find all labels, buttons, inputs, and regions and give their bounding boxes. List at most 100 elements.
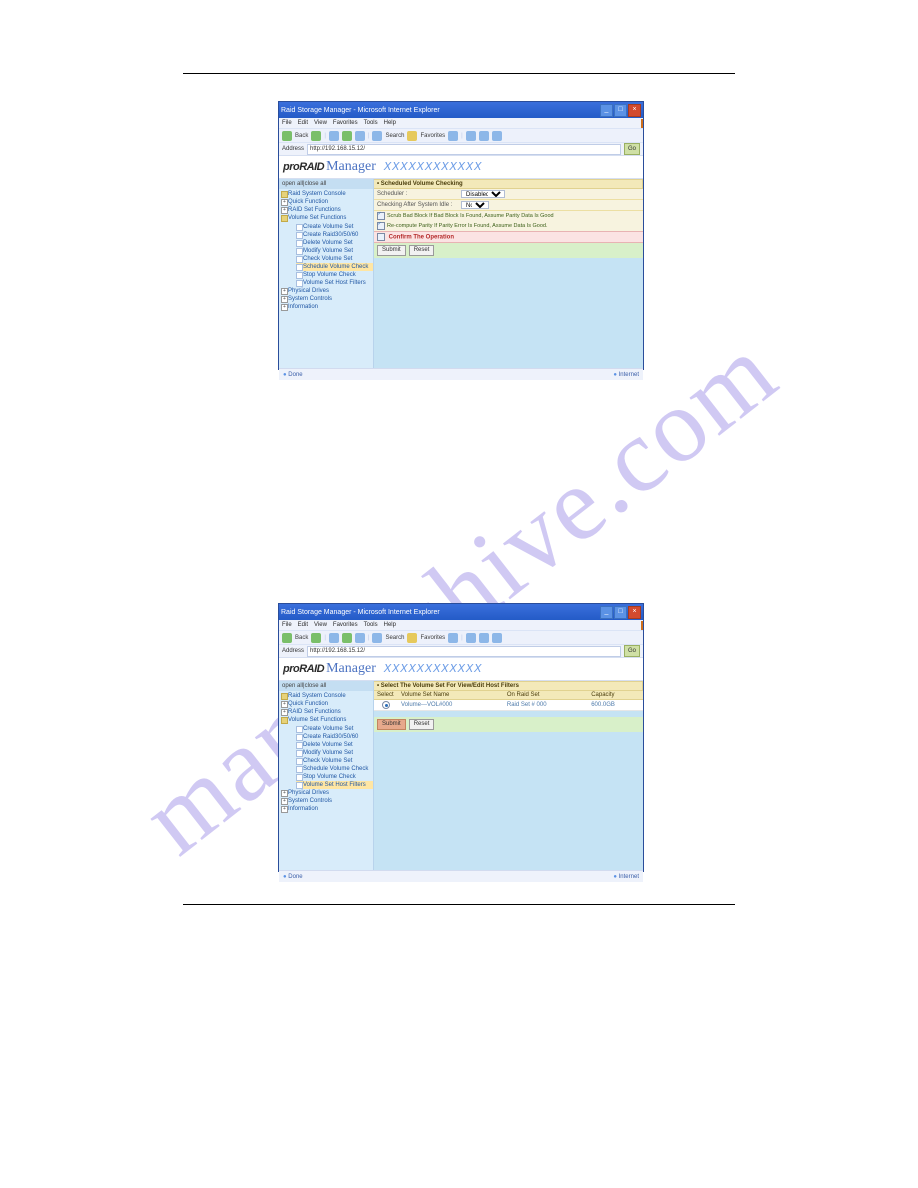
- sidebar-item-sysctl[interactable]: System Controls: [281, 295, 373, 303]
- refresh-icon[interactable]: [342, 131, 352, 141]
- search-icon[interactable]: [372, 131, 382, 141]
- search-label[interactable]: Search: [385, 133, 404, 139]
- menu-view[interactable]: View: [314, 622, 327, 628]
- sidebar-item-create-r30[interactable]: Create Raid30/50/60: [296, 231, 373, 239]
- favorites-label[interactable]: Favorites: [420, 635, 445, 641]
- menu-favorites[interactable]: Favorites: [333, 622, 358, 628]
- separator: |: [368, 635, 370, 641]
- refresh-icon[interactable]: [342, 633, 352, 643]
- edit-icon[interactable]: [492, 633, 502, 643]
- idle-select[interactable]: No: [461, 201, 489, 209]
- forward-icon[interactable]: [311, 131, 321, 141]
- sidebar-item-raid-console[interactable]: Raid System Console: [281, 190, 373, 198]
- sidebar-item-create[interactable]: Create Volume Set: [296, 725, 373, 733]
- menu-file[interactable]: File: [282, 622, 292, 628]
- sidebar-item-pdrives[interactable]: Physical Drives: [281, 789, 373, 797]
- sidebar-item-volset[interactable]: Volume Set Functions Create Volume Set C…: [281, 716, 373, 789]
- menu-view[interactable]: View: [314, 120, 327, 126]
- edit-icon[interactable]: [492, 131, 502, 141]
- search-label[interactable]: Search: [385, 635, 404, 641]
- menu-help[interactable]: Help: [384, 622, 396, 628]
- sidebar-item-pdrives[interactable]: Physical Drives: [281, 287, 373, 295]
- menu-file[interactable]: File: [282, 120, 292, 126]
- forward-icon[interactable]: [311, 633, 321, 643]
- home-icon[interactable]: [355, 633, 365, 643]
- media-icon[interactable]: [448, 131, 458, 141]
- sidebar-item-modify[interactable]: Modify Volume Set: [296, 247, 373, 255]
- submit-button[interactable]: Submit: [377, 719, 406, 730]
- back-icon[interactable]: [282, 131, 292, 141]
- recompute-checkbox[interactable]: [377, 222, 385, 230]
- sidebar-item-create[interactable]: Create Volume Set: [296, 223, 373, 231]
- menu-help[interactable]: Help: [384, 120, 396, 126]
- sidebar: open all|close all Raid System Console Q…: [279, 681, 374, 870]
- minimize-button[interactable]: _: [600, 606, 613, 619]
- menu-edit[interactable]: Edit: [298, 622, 308, 628]
- reset-button[interactable]: Reset: [409, 719, 435, 730]
- minimize-button[interactable]: _: [600, 104, 613, 117]
- th-onraid: On Raid Set: [504, 691, 588, 700]
- menu-tools[interactable]: Tools: [364, 622, 378, 628]
- stop-icon[interactable]: [329, 131, 339, 141]
- sidebar-item-info[interactable]: Information: [281, 805, 373, 813]
- sidebar-item-sysctl[interactable]: System Controls: [281, 797, 373, 805]
- sidebar-item-stop[interactable]: Stop Volume Check: [296, 271, 373, 279]
- sidebar-item-volset[interactable]: Volume Set Functions Create Volume Set C…: [281, 214, 373, 287]
- back-label[interactable]: Back: [295, 635, 308, 641]
- back-icon[interactable]: [282, 633, 292, 643]
- maximize-button[interactable]: □: [614, 104, 627, 117]
- reset-button[interactable]: Reset: [409, 245, 435, 256]
- sidebar-item-schedule[interactable]: Schedule Volume Check: [296, 765, 373, 773]
- search-icon[interactable]: [372, 633, 382, 643]
- row-radio[interactable]: [382, 701, 390, 709]
- print-icon[interactable]: [479, 131, 489, 141]
- address-input[interactable]: http://192.168.15.12/: [307, 646, 621, 657]
- row-onraid: Raid Set # 000: [504, 700, 588, 711]
- sidebar-item-delete[interactable]: Delete Volume Set: [296, 239, 373, 247]
- submit-button[interactable]: Submit: [377, 245, 406, 256]
- address-input[interactable]: http://192.168.15.12/: [307, 144, 621, 155]
- close-button[interactable]: ×: [628, 104, 641, 117]
- sidebar-item-quick[interactable]: Quick Function: [281, 700, 373, 708]
- mail-icon[interactable]: [466, 131, 476, 141]
- menu-tools[interactable]: Tools: [364, 120, 378, 126]
- sidebar-item-info[interactable]: Information: [281, 303, 373, 311]
- row-name[interactable]: Volume---VOL#000: [398, 700, 504, 711]
- sidebar-item-raidset[interactable]: RAID Set Functions: [281, 708, 373, 716]
- sidebar-toggle[interactable]: open all|close all: [279, 179, 373, 189]
- stop-icon[interactable]: [329, 633, 339, 643]
- sidebar-toggle[interactable]: open all|close all: [279, 681, 373, 691]
- window-buttons: _ □ ×: [600, 606, 641, 619]
- go-button[interactable]: Go: [624, 143, 640, 155]
- scrub-checkbox[interactable]: [377, 212, 385, 220]
- sidebar-item-create-r30[interactable]: Create Raid30/50/60: [296, 733, 373, 741]
- scrub-label: Scrub Bad Block If Bad Block Is Found, A…: [387, 213, 554, 219]
- go-button[interactable]: Go: [624, 645, 640, 657]
- sidebar-item-delete[interactable]: Delete Volume Set: [296, 741, 373, 749]
- maximize-button[interactable]: □: [614, 606, 627, 619]
- sidebar-item-check[interactable]: Check Volume Set: [296, 757, 373, 765]
- home-icon[interactable]: [355, 131, 365, 141]
- menu-favorites[interactable]: Favorites: [333, 120, 358, 126]
- favorites-icon[interactable]: [407, 131, 417, 141]
- sidebar-item-filters[interactable]: Volume Set Host Filters: [296, 279, 373, 287]
- mail-icon[interactable]: [466, 633, 476, 643]
- sidebar-item-modify[interactable]: Modify Volume Set: [296, 749, 373, 757]
- status-done: ● Done: [283, 874, 303, 880]
- sidebar-item-raidset[interactable]: RAID Set Functions: [281, 206, 373, 214]
- back-label[interactable]: Back: [295, 133, 308, 139]
- favorites-label[interactable]: Favorites: [420, 133, 445, 139]
- sidebar-item-schedule[interactable]: Schedule Volume Check: [296, 263, 373, 271]
- sidebar-item-filters[interactable]: Volume Set Host Filters: [296, 781, 373, 789]
- sidebar-item-quick[interactable]: Quick Function: [281, 198, 373, 206]
- menu-edit[interactable]: Edit: [298, 120, 308, 126]
- confirm-checkbox[interactable]: [377, 233, 385, 241]
- sidebar-item-stop[interactable]: Stop Volume Check: [296, 773, 373, 781]
- print-icon[interactable]: [479, 633, 489, 643]
- sidebar-item-raid-console[interactable]: Raid System Console: [281, 692, 373, 700]
- favorites-icon[interactable]: [407, 633, 417, 643]
- close-button[interactable]: ×: [628, 606, 641, 619]
- sidebar-item-check[interactable]: Check Volume Set: [296, 255, 373, 263]
- scheduler-select[interactable]: Disabled: [461, 190, 505, 198]
- media-icon[interactable]: [448, 633, 458, 643]
